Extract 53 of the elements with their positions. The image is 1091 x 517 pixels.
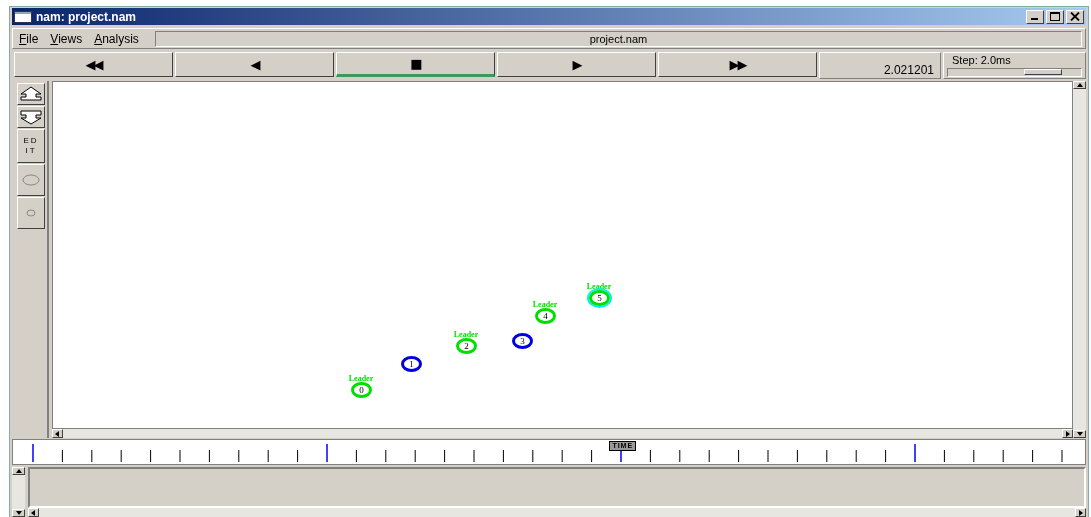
triangle-icon xyxy=(53,430,62,437)
scroll-up-button[interactable] xyxy=(12,467,25,475)
vertical-scrollbar[interactable] xyxy=(12,467,25,517)
network-node[interactable]: 1 xyxy=(401,356,422,372)
node-label: Leader xyxy=(452,330,480,339)
step-label: Step: 2.0ms xyxy=(952,54,1012,66)
node-label: Leader xyxy=(531,300,559,309)
tool-button[interactable] xyxy=(17,197,45,229)
scroll-up-button[interactable] xyxy=(1073,81,1086,89)
playback-button[interactable]: ◀ xyxy=(175,52,334,77)
zoom-in-button[interactable] xyxy=(17,83,45,105)
menu-item[interactable]: Views xyxy=(50,31,83,46)
window-title: nam: project.nam xyxy=(36,9,138,24)
maximize-button[interactable] xyxy=(1046,9,1064,24)
scroll-right-button[interactable] xyxy=(1062,429,1073,438)
edit-button[interactable]: ED IT xyxy=(17,129,45,163)
zoom-out-button[interactable] xyxy=(17,106,45,128)
node-label: Leader xyxy=(347,374,375,383)
playback-button[interactable]: ▶▶ xyxy=(658,52,817,77)
window-icon xyxy=(14,10,32,23)
menu-item[interactable]: Analysis xyxy=(94,31,139,46)
scroll-right-button[interactable] xyxy=(1075,508,1086,517)
file-name-field: project.nam xyxy=(154,30,1082,47)
vertical-scrollbar[interactable] xyxy=(1073,81,1086,438)
scroll-down-button[interactable] xyxy=(12,509,25,517)
circle-icon xyxy=(26,209,36,217)
minimize-button[interactable] xyxy=(1026,9,1044,24)
triangle-icon xyxy=(14,468,23,474)
up-arrow-icon xyxy=(19,86,43,102)
network-node[interactable]: 4 xyxy=(535,308,556,324)
time-display: 2.021201 xyxy=(819,52,941,79)
playback-button[interactable]: ■ xyxy=(336,52,495,77)
close-button[interactable] xyxy=(1066,9,1084,24)
network-node[interactable]: 3 xyxy=(512,333,533,349)
menu-item[interactable]: File xyxy=(19,31,39,46)
scroll-left-button[interactable] xyxy=(28,508,39,517)
playback-button[interactable]: ▶ xyxy=(497,52,656,77)
node-label: Leader xyxy=(585,282,613,291)
triangle-icon xyxy=(1075,82,1084,88)
triangle-icon xyxy=(1076,509,1085,516)
scroll-left-button[interactable] xyxy=(52,429,63,438)
tool-button[interactable] xyxy=(17,164,45,196)
network-node[interactable]: 2 xyxy=(456,338,477,354)
down-arrow-icon xyxy=(19,109,43,125)
close-icon xyxy=(1070,12,1080,21)
circle-icon xyxy=(22,174,40,186)
slider-thumb[interactable] xyxy=(1023,69,1062,75)
playback-button[interactable]: ◀◀ xyxy=(14,52,173,77)
step-slider[interactable] xyxy=(947,68,1082,77)
network-node[interactable]: 0 xyxy=(351,382,372,398)
network-node[interactable]: 5 xyxy=(589,290,610,306)
scroll-down-button[interactable] xyxy=(1073,430,1086,438)
maximize-icon xyxy=(1050,12,1060,21)
